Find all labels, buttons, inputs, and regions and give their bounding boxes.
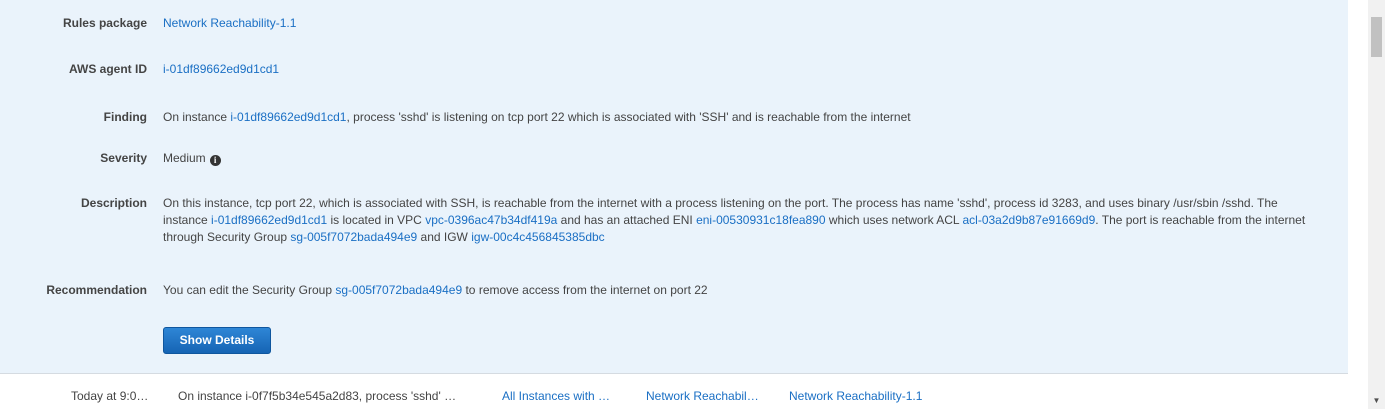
finding-instance-link[interactable]: i-01df89662ed9d1cd1 [230, 110, 346, 124]
acl-link[interactable]: acl-03a2d9b87e91669d9 [962, 213, 1095, 227]
recommendation-label: Recommendation [46, 283, 147, 297]
rules-package-value: Network Reachability-1.1 [163, 15, 1313, 32]
recommendation-text-prefix: You can edit the Security Group [163, 283, 336, 297]
finding-text-suffix: , process 'sshd' is listening on tcp por… [346, 110, 911, 124]
security-group-link[interactable]: sg-005f7072bada494e9 [290, 230, 417, 244]
recommendation-text-suffix: to remove access from the internet on po… [462, 283, 708, 297]
finding-label: Finding [103, 110, 147, 124]
finding-value: On instance i-01df89662ed9d1cd1, process… [163, 109, 1313, 126]
agent-id-link[interactable]: i-01df89662ed9d1cd1 [163, 62, 279, 76]
agent-id-label: AWS agent ID [68, 62, 147, 76]
description-instance-link[interactable]: i-01df89662ed9d1cd1 [211, 213, 327, 227]
target-cell-link[interactable]: All Instances with … [502, 388, 610, 405]
eni-link[interactable]: eni-00530931c18fea890 [696, 213, 825, 227]
agent-id-value: i-01df89662ed9d1cd1 [163, 61, 1313, 78]
scroll-down-arrow-icon[interactable]: ▼ [1368, 395, 1385, 407]
template-cell-link[interactable]: Network Reachabil… [646, 388, 759, 405]
finding-cell: On instance i-0f7f5b34e545a2d83, process… [178, 389, 457, 403]
rules-package-cell-link[interactable]: Network Reachability-1.1 [789, 388, 922, 405]
scrollbar-thumb[interactable] [1371, 17, 1382, 57]
rules-package-label: Rules package [62, 16, 147, 30]
recommendation-value: You can edit the Security Group sg-005f7… [163, 282, 1313, 299]
recommendation-security-group-link[interactable]: sg-005f7072bada494e9 [335, 283, 462, 297]
vpc-link[interactable]: vpc-0396ac47b34df419a [425, 213, 557, 227]
show-details-button[interactable]: Show Details [163, 327, 271, 354]
igw-link[interactable]: igw-00c4c456845385dbc [471, 230, 604, 244]
description-value: On this instance, tcp port 22, which is … [163, 195, 1313, 246]
description-label: Description [80, 196, 147, 210]
description-text-6: and IGW [417, 230, 472, 244]
severity-value: Medium i [163, 150, 1313, 167]
finding-detail-panel: Rules package Network Reachability-1.1 A… [0, 0, 1348, 374]
description-text-3: and has an attached ENI [557, 213, 697, 227]
description-text-2: is located in VPC [327, 213, 426, 227]
vertical-scrollbar[interactable]: ▼ [1368, 0, 1385, 409]
description-text-4: which uses network ACL [825, 213, 963, 227]
finding-text-prefix: On instance [163, 110, 231, 124]
finding-view: Rules package Network Reachability-1.1 A… [0, 0, 1368, 409]
info-circle-icon[interactable]: i [209, 155, 221, 166]
severity-text: Medium [163, 151, 206, 165]
rules-package-link[interactable]: Network Reachability-1.1 [163, 16, 296, 30]
table-row[interactable]: Today at 9:0… On instance i-0f7f5b34e545… [0, 384, 1348, 409]
severity-label: Severity [100, 151, 147, 165]
time-cell: Today at 9:0… [71, 389, 149, 403]
